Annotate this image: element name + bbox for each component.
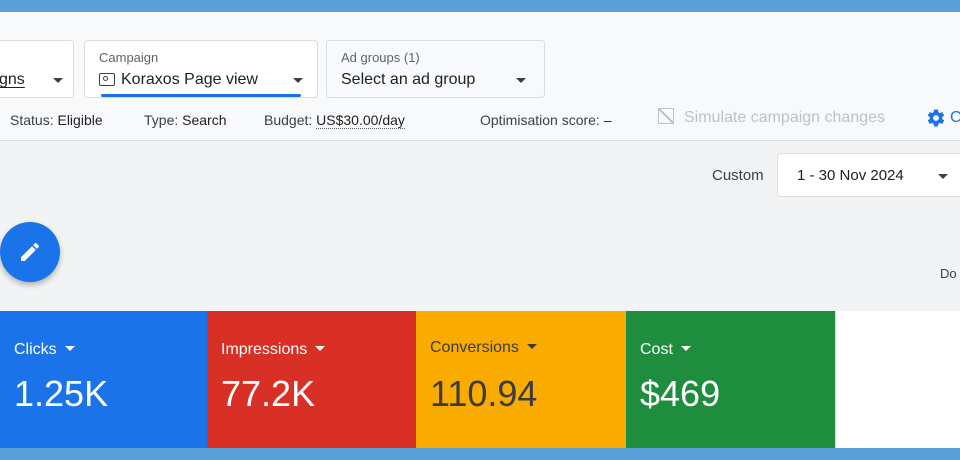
metric-label: Clicks: [14, 341, 57, 358]
date-range-dropdown[interactable]: 1 - 30 Nov 2024: [777, 153, 960, 197]
filter-bar: gns Campaign Koraxos Page view Ad groups…: [0, 12, 960, 141]
metric-card-impressions[interactable]: Impressions 77.2K: [207, 311, 416, 448]
metric-value: 110.94: [430, 373, 538, 414]
pencil-icon: [21, 242, 40, 261]
campaigns-dropdown[interactable]: gns: [0, 40, 74, 98]
simulate-button[interactable]: Simulate campaign changes: [658, 108, 885, 127]
metric-label-wrap: Impressions: [221, 341, 326, 359]
optimisation-value: –: [603, 112, 612, 128]
campaign-value: Koraxos Page view: [121, 71, 258, 88]
adgroups-label: Ad groups (1): [341, 50, 420, 65]
chevron-down-icon[interactable]: [526, 344, 537, 349]
ads-overview-window: gns Campaign Koraxos Page view Ad groups…: [0, 12, 960, 448]
campaign-icon: [99, 73, 115, 86]
type-label: Type:: [144, 112, 179, 128]
metric-card-empty[interactable]: [835, 311, 960, 448]
chevron-down-icon[interactable]: [64, 346, 75, 351]
chevron-down-icon: [293, 78, 303, 83]
status-info: Status: Eligible: [10, 112, 103, 128]
simulate-label: Simulate campaign changes: [684, 109, 886, 126]
adgroups-value: Select an ad group: [341, 71, 476, 88]
chevron-down-icon: [938, 174, 948, 179]
chevron-down-icon: [516, 78, 526, 83]
type-value: Search: [182, 112, 227, 128]
type-info: Type: Search: [144, 112, 227, 128]
budget-label: Budget:: [264, 112, 313, 128]
edit-fab-button[interactable]: [0, 222, 60, 282]
campaign-label: Campaign: [99, 50, 159, 65]
metric-card-conversions[interactable]: Conversions 110.94: [416, 311, 626, 448]
metric-label: Cost: [640, 341, 673, 358]
date-range-type: Custom: [712, 167, 764, 184]
budget-value[interactable]: US$30.00/day: [316, 112, 405, 129]
metric-value: 1.25K: [14, 373, 109, 414]
budget-info: Budget: US$30.00/day: [264, 112, 405, 129]
metric-label: Impressions: [221, 341, 308, 358]
campaigns-value: gns: [0, 71, 25, 88]
campaign-active-indicator: [101, 94, 301, 97]
metric-card-cost[interactable]: Cost $469: [626, 311, 835, 448]
campaign-value-wrap: Koraxos Page view: [99, 71, 258, 89]
adgroups-dropdown[interactable]: Ad groups (1) Select an ad group: [326, 40, 545, 98]
metric-value: $469: [640, 373, 721, 414]
columns-link-text[interactable]: C: [950, 109, 960, 127]
chevron-down-icon: [53, 78, 63, 83]
chevron-down-icon[interactable]: [680, 346, 691, 351]
metric-label-wrap: Cost: [640, 341, 691, 359]
metric-label-wrap: Conversions: [430, 339, 537, 357]
download-link-text[interactable]: Do: [940, 266, 957, 281]
status-value: Eligible: [57, 112, 103, 128]
optimisation-info: Optimisation score: –: [480, 112, 612, 128]
metric-card-clicks[interactable]: Clicks 1.25K: [0, 311, 207, 448]
metric-label: Conversions: [430, 339, 519, 356]
chevron-down-icon[interactable]: [315, 346, 326, 351]
metric-label-wrap: Clicks: [14, 341, 75, 359]
gear-icon[interactable]: [926, 108, 946, 128]
image-off-icon: [658, 108, 674, 124]
optimisation-label: Optimisation score:: [480, 112, 600, 128]
metric-value: 77.2K: [221, 373, 316, 414]
campaign-dropdown[interactable]: Campaign Koraxos Page view: [84, 40, 318, 98]
metric-cards: Clicks 1.25K Impressions 77.2K Conversio…: [0, 311, 960, 448]
status-label: Status:: [10, 112, 54, 128]
date-range-value: 1 - 30 Nov 2024: [797, 167, 904, 184]
